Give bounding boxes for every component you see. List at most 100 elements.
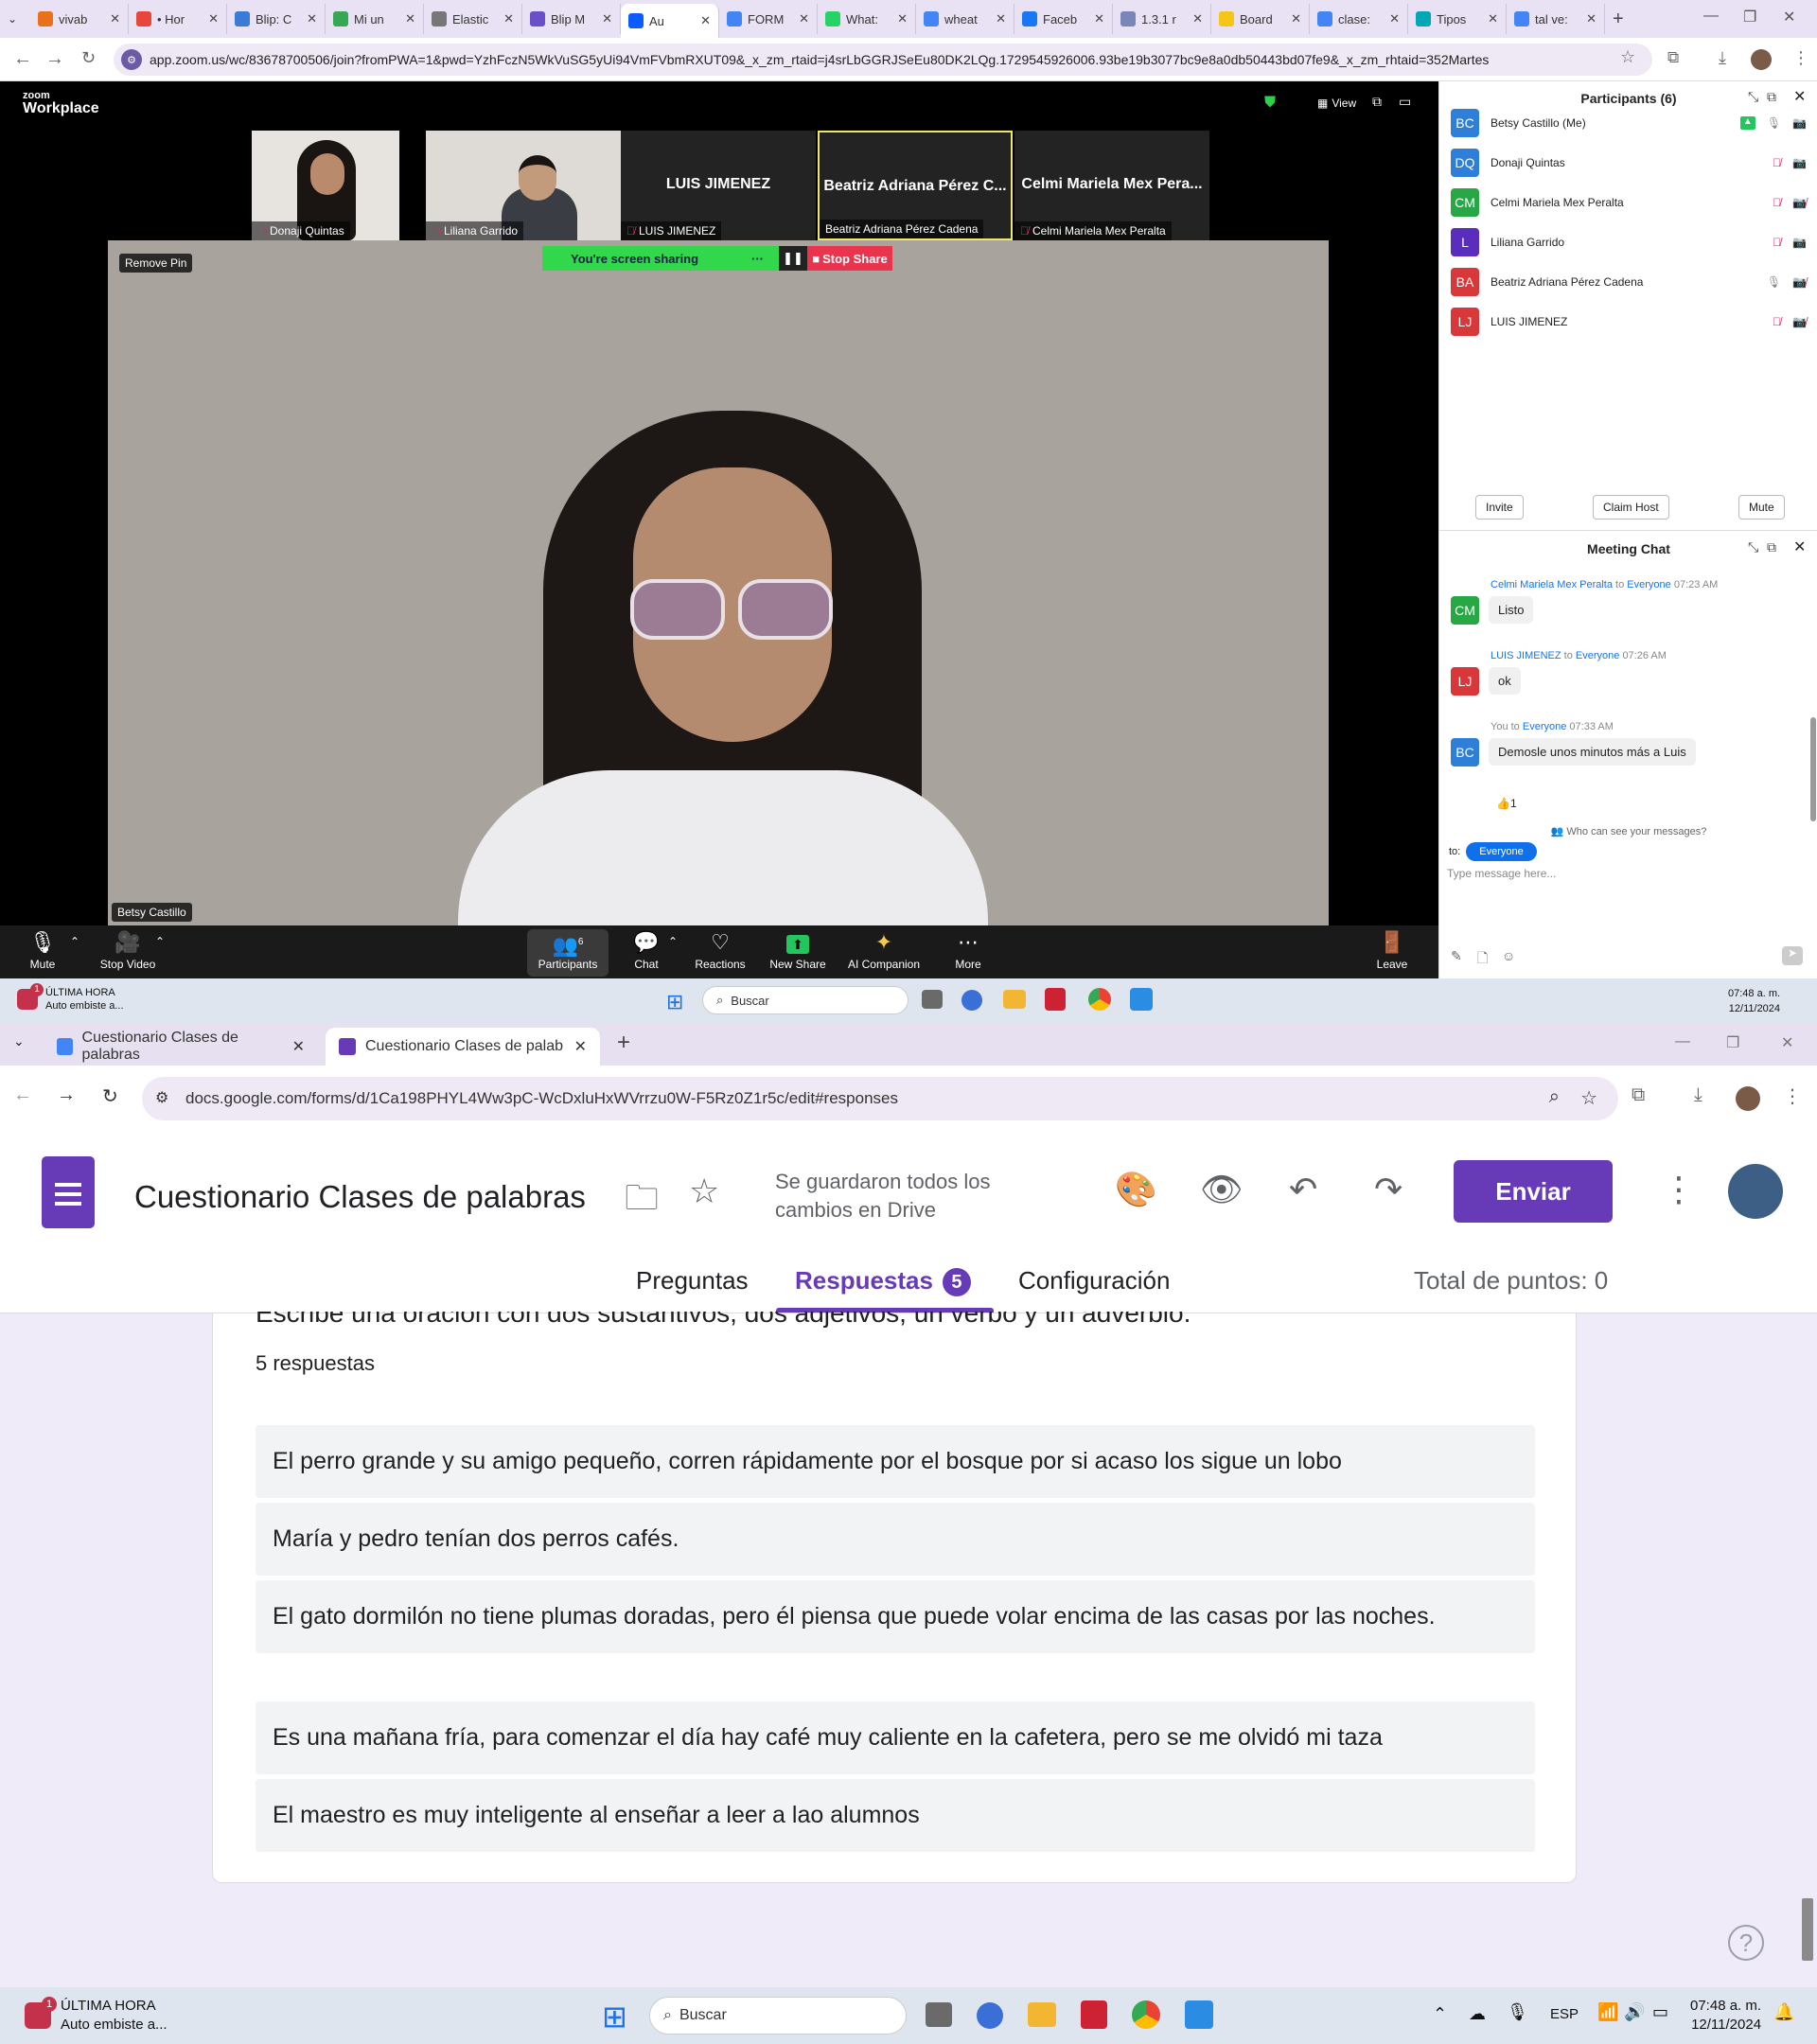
close-tab-icon[interactable]: ✕ (574, 1037, 587, 1056)
close-tab-icon[interactable]: ✕ (1291, 11, 1301, 26)
form-title[interactable]: Cuestionario Clases de palabras (134, 1179, 586, 1215)
audio-options-caret-icon[interactable]: ⌃ (70, 935, 79, 948)
undo-icon[interactable]: ↶ (1289, 1170, 1317, 1209)
collapse-panel-icon[interactable]: ⤡ (1748, 89, 1758, 105)
microphone-icon[interactable]: 🎙 (1767, 116, 1781, 130)
tab-settings[interactable]: Configuración (1018, 1266, 1170, 1295)
task-view-icon[interactable] (926, 2002, 952, 2027)
reactions-button[interactable]: ♡ Reactions (679, 929, 761, 977)
browser-tab[interactable]: Tipos ✕ (1408, 4, 1507, 34)
bottom-url-field[interactable]: ⚙ docs.google.com/forms/d/1Ca198PHYL4Ww3… (142, 1077, 1618, 1120)
download-icon[interactable]: ⤓ (1719, 48, 1726, 68)
redo-icon[interactable]: ↷ (1374, 1170, 1402, 1209)
claim-host-button[interactable]: Claim Host (1593, 495, 1669, 520)
extensions-icon[interactable]: ⧉ (1667, 48, 1679, 67)
chat-audience[interactable]: Everyone (1576, 650, 1619, 661)
bookmark-star-icon[interactable]: ☆ (1620, 47, 1635, 67)
tab-forms-2[interactable]: Cuestionario Clases de palabras ✕ (326, 1028, 600, 1066)
profile-avatar[interactable] (1751, 49, 1772, 70)
extensions-icon[interactable]: ⧉ (1632, 1084, 1645, 1106)
popout-panel-icon[interactable]: ⧉ (1767, 89, 1776, 105)
reaction-chip[interactable]: 👍1 (1496, 797, 1517, 810)
page-scrollbar[interactable] (1802, 1898, 1813, 1961)
microphone-muted-icon[interactable]: 🎙̸ (1773, 315, 1781, 328)
wifi-icon[interactable]: 📶 (1597, 2002, 1618, 2022)
participant-row[interactable]: LJ LUIS JIMENEZ 🎙̸ 📷̸ (1451, 307, 1807, 337)
stop-share-button[interactable]: ■ Stop Share (807, 246, 892, 271)
pause-share-button[interactable]: ❚❚ (779, 246, 807, 271)
microphone-icon[interactable]: 🎙 (1767, 275, 1781, 289)
zoom-page-icon[interactable]: ⌕ (1549, 1086, 1560, 1108)
back-icon[interactable]: ← (13, 48, 32, 70)
photos-icon[interactable] (1185, 2000, 1213, 2029)
top-url-field[interactable]: ⚙ app.zoom.us/wc/83678700506/join?fromPW… (114, 44, 1652, 76)
battery-icon[interactable]: ▭ (1652, 2002, 1668, 2022)
restore-icon[interactable]: ❐ (1726, 1033, 1739, 1052)
close-tab-icon[interactable]: ✕ (503, 11, 514, 26)
forward-icon[interactable]: → (57, 1084, 76, 1106)
more-options-icon[interactable]: ⋮ (1662, 1170, 1696, 1209)
visibility-hint[interactable]: 👥 Who can see your messages? (1439, 825, 1817, 837)
file-explorer-icon[interactable] (1028, 2002, 1056, 2027)
collapse-chat-icon[interactable]: ⤡ (1748, 539, 1758, 555)
browser-menu-icon[interactable]: ⋮ (1783, 1084, 1802, 1108)
help-icon[interactable]: ? (1728, 1925, 1764, 1961)
ai-companion-button[interactable]: ✦ AI Companion (842, 929, 926, 977)
browser-menu-icon[interactable]: ⋮ (1792, 48, 1809, 68)
invite-button[interactable]: Invite (1475, 495, 1524, 520)
thumbnail-liliana[interactable]: 🎙̸ Liliana Garrido (426, 131, 621, 240)
minimize-icon[interactable]: — (1703, 8, 1719, 25)
tab-responses[interactable]: Respuestas 5 (795, 1266, 971, 1297)
copilot-icon[interactable] (961, 990, 982, 1011)
tray-chevron-icon[interactable]: ⌃ (1433, 2004, 1447, 2024)
clock[interactable]: 07:48 a. m. 12/11/2024 (1690, 1997, 1761, 2035)
browser-tab[interactable]: wheat ✕ (916, 4, 1014, 34)
close-tab-icon[interactable]: ✕ (700, 13, 711, 28)
close-tab-icon[interactable]: ✕ (1389, 11, 1400, 26)
volume-icon[interactable]: 🔊 (1624, 2002, 1645, 2022)
forward-icon[interactable]: → (45, 48, 64, 70)
news-widget[interactable]: 1 ÚLTIMA HORA Auto embiste a... (25, 1997, 168, 2035)
browser-tab[interactable]: 1.3.1 r ✕ (1113, 4, 1211, 34)
camera-icon[interactable]: 📷 (1792, 236, 1807, 249)
camera-off-icon[interactable]: 📷̸ (1792, 275, 1807, 289)
close-panel-icon[interactable]: ✕ (1793, 87, 1806, 106)
camera-off-icon[interactable]: 📷̸ (1792, 196, 1807, 209)
browser-tab[interactable]: Blip M ✕ (522, 4, 621, 34)
copilot-icon[interactable] (977, 2002, 1003, 2029)
chat-audience[interactable]: Everyone (1627, 579, 1670, 590)
participant-row[interactable]: L Liliana Garrido 🎙̸ 📷 (1451, 227, 1807, 257)
site-info-icon[interactable]: ⚙ (121, 49, 142, 70)
chat-message-bubble[interactable]: Demosle unos minutos más a Luis (1489, 738, 1696, 766)
palette-icon[interactable]: 🎨 (1115, 1170, 1157, 1209)
minimize-icon[interactable]: — (1675, 1033, 1690, 1050)
snipping-tool-icon[interactable] (1045, 988, 1066, 1011)
photos-icon[interactable] (1130, 988, 1153, 1011)
new-tab-button[interactable]: + (617, 1030, 630, 1056)
tab-search-chevron-icon[interactable]: ⌄ (13, 1033, 25, 1049)
chrome-icon[interactable] (1132, 2000, 1160, 2029)
participants-button[interactable]: 👥6 Participants (527, 929, 609, 977)
thumbnail-celmi[interactable]: Celmi Mariela Mex Pera... 🎙̸ Celmi Mariel… (1014, 131, 1209, 240)
close-tab-icon[interactable]: ✕ (602, 11, 612, 26)
windows-start-icon[interactable]: ⊞ (666, 990, 683, 1014)
encryption-shield-icon[interactable]: ⛊ (1264, 95, 1276, 112)
snipping-tool-icon[interactable] (1081, 2000, 1107, 2029)
star-icon[interactable]: ☆ (689, 1172, 719, 1211)
tab-search-chevron-icon[interactable]: ⌄ (8, 12, 30, 26)
language-indicator[interactable]: ESP (1550, 2006, 1579, 2022)
tab-questions[interactable]: Preguntas (636, 1266, 749, 1295)
popout-chat-icon[interactable]: ⧉ (1767, 539, 1776, 555)
browser-tab[interactable]: FORM ✕ (719, 4, 818, 34)
recipient-select[interactable]: Everyone (1466, 842, 1537, 861)
move-to-folder-icon[interactable]: 🗀 (625, 1173, 659, 1231)
tab-forms-1[interactable]: Cuestionario Clases de palabras ✕ (44, 1028, 318, 1066)
camera-icon[interactable]: 📷 (1792, 116, 1807, 130)
new-share-button[interactable]: ⬆ New Share (757, 929, 838, 977)
close-tab-icon[interactable]: ✕ (1586, 11, 1596, 26)
close-tab-icon[interactable]: ✕ (1488, 11, 1498, 26)
notification-bell-icon[interactable]: 🔔 (1773, 2002, 1794, 2022)
camera-icon[interactable]: 📷 (1792, 156, 1807, 169)
close-tab-icon[interactable]: ✕ (897, 11, 908, 26)
minimize-meeting-icon[interactable]: ▭ (1399, 94, 1411, 110)
